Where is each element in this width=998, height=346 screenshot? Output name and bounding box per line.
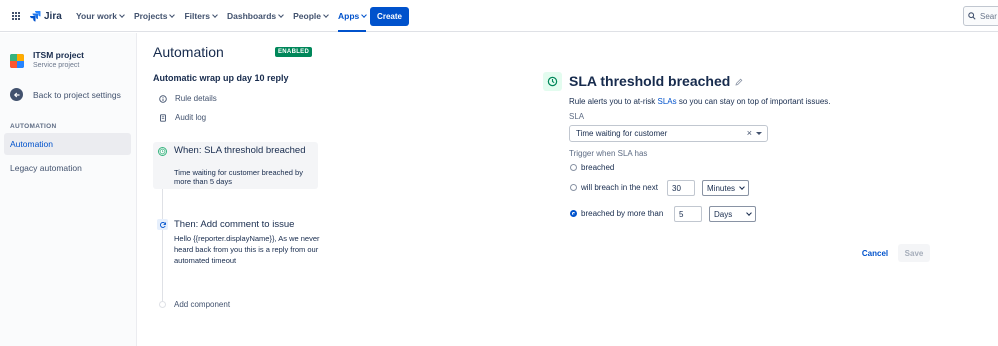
config-title-text: SLA threshold breached [569,73,731,89]
trigger-description: Time waiting for customer breached by mo… [174,168,303,186]
action-description: Hello {{reporter.displayName}}, As we ne… [174,234,320,265]
option-breached-label: breached [581,163,615,172]
nav-label: Dashboards [227,11,277,21]
info-icon [159,94,167,103]
search-icon [968,12,976,20]
nav-menu: Your work Projects Filters Dashboards Pe… [76,0,376,32]
trigger-when-label: Trigger when SLA has [569,149,648,158]
option-breached-by-label: breached by more than [581,209,664,218]
chevron-down-icon [756,132,762,135]
option-will-breach-label: will breach in the next [581,183,658,192]
sidebar-item-legacy-automation[interactable]: Legacy automation [10,163,82,173]
create-button[interactable]: Create [370,7,409,26]
chevron-down-icon [212,11,218,18]
chevron-down-icon [119,11,125,18]
jira-logo[interactable]: Jira [29,10,62,22]
will-breach-unit-select[interactable]: Minutes [702,180,749,196]
page-title: Automation [153,44,224,60]
add-component-dot [159,301,166,308]
audit-log-link[interactable]: Audit log [159,113,206,122]
config-description: Rule alerts you to at-risk SLAs so you c… [569,97,831,106]
status-badge[interactable]: ENABLED [275,47,313,57]
description-suffix: so you can stay on top of important issu… [678,97,831,106]
clock-icon [543,72,562,91]
sidebar-item-automation[interactable]: Automation [4,133,131,155]
will-breach-number-input[interactable]: 30 [667,180,695,196]
project-type: Service project [33,62,80,69]
back-label: Back to project settings [33,89,121,100]
cancel-button[interactable]: Cancel [855,246,895,260]
back-to-project-settings[interactable]: Back to project settings [10,88,121,101]
sidebar-section-heading: AUTOMATION [10,123,57,130]
chevron-down-icon [739,184,745,190]
nav-filters[interactable]: Filters [184,0,218,32]
product-name: Jira [44,10,62,22]
nav-label: Projects [133,11,168,21]
chevron-down-icon [278,11,284,18]
nav-people[interactable]: People [293,0,329,32]
chevron-down-icon [361,11,368,18]
project-avatar [10,54,24,68]
breached-by-number-input[interactable]: 5 [674,206,702,222]
clock-icon [158,147,167,156]
slas-link[interactable]: SLAs [658,97,677,106]
add-component-link[interactable]: Add component [174,300,230,309]
radio-will-breach[interactable] [570,184,577,191]
description-prefix: Rule alerts you to at-risk [569,97,656,106]
search-placeholder: Sear [980,11,997,21]
sla-select-value: Time waiting for customer [576,129,668,138]
radio-breached[interactable] [570,164,577,171]
app-switcher-icon[interactable] [12,12,21,21]
sla-select[interactable]: Time waiting for customer × [569,125,768,142]
nav-label: Filters [184,11,210,21]
nav-dashboards[interactable]: Dashboards [227,0,284,32]
rule-details-link[interactable]: Rule details [159,94,217,103]
config-title: SLA threshold breached [569,73,743,89]
document-icon [160,113,166,122]
audit-log-label: Audit log [175,113,207,122]
nav-label: Your work [76,11,117,21]
nav-label: Apps [338,11,360,21]
close-icon[interactable]: × [747,128,752,138]
nav-apps[interactable]: Apps [338,0,368,32]
jira-icon [30,11,41,22]
sidebar: ITSM project Service project Back to pro… [0,33,137,346]
sla-field-label: SLA [569,112,585,121]
rule-name[interactable]: Automatic wrap up day 10 reply [153,73,289,83]
unit-value: Minutes [707,183,736,193]
chevron-down-icon [323,11,329,18]
chevron-down-icon [746,210,752,216]
action-title[interactable]: Then: Add comment to issue [174,219,294,230]
save-button[interactable]: Save [898,244,930,262]
unit-value: Days [714,209,733,219]
radio-breached-by-more-than[interactable] [570,210,577,217]
breached-by-unit-select[interactable]: Days [709,206,756,222]
trigger-title: When: SLA threshold breached [174,145,306,156]
top-navigation: Jira Your work Projects Filters Dashboar… [0,0,998,32]
project-name: ITSM project [33,50,85,60]
search-input[interactable]: Sear [963,6,998,26]
arrow-left-icon [10,88,23,101]
rule-details-label: Rule details [175,94,217,103]
chevron-down-icon [169,11,176,18]
refresh-icon [157,219,168,230]
nav-your-work[interactable]: Your work [76,0,125,32]
nav-label: People [293,11,321,21]
pencil-icon[interactable] [735,73,743,89]
nav-projects[interactable]: Projects [133,0,176,32]
